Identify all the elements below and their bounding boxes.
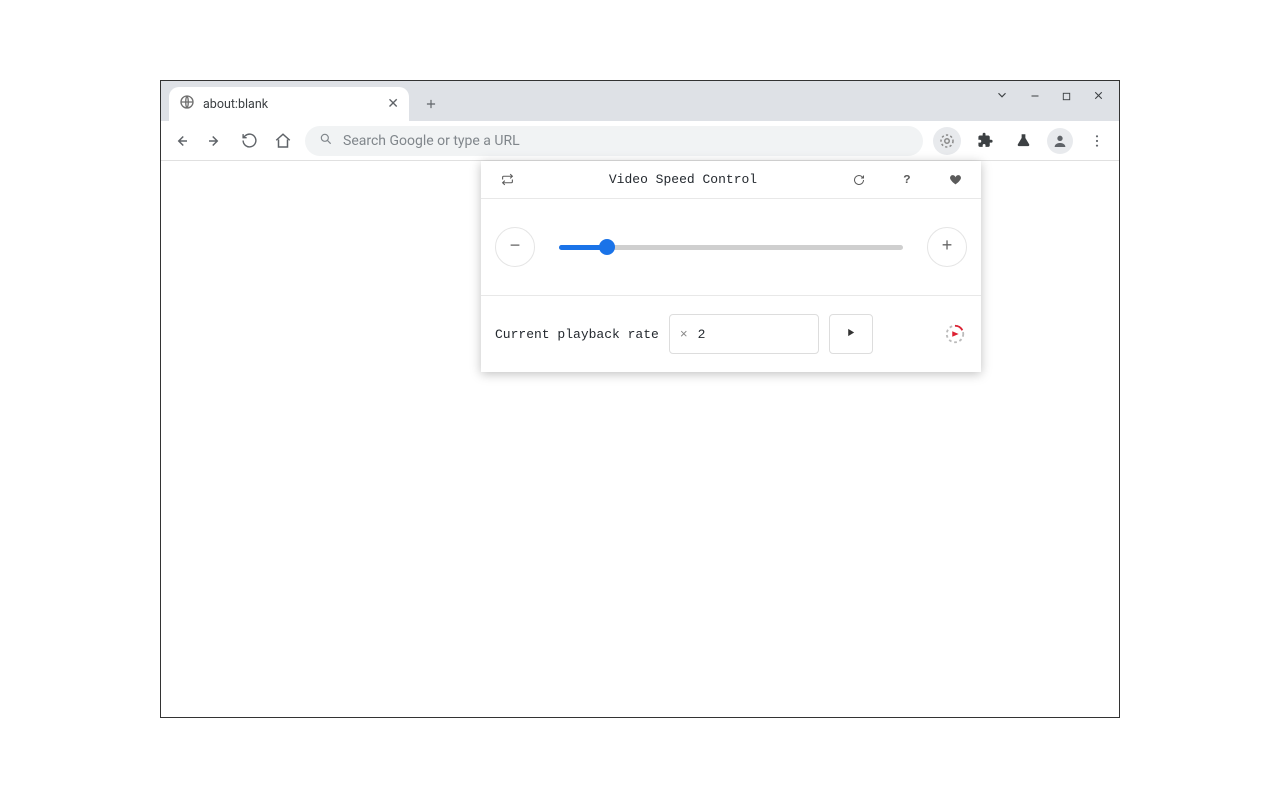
omnibox[interactable]: Search Google or type a URL — [305, 126, 923, 156]
speed-slider-section: − + — [481, 199, 981, 295]
forward-button[interactable] — [203, 129, 227, 153]
close-tab-icon[interactable]: ✕ — [387, 97, 399, 111]
apply-rate-button[interactable] — [829, 314, 873, 354]
globe-icon — [179, 94, 195, 114]
playback-rate-label: Current playback rate — [495, 327, 659, 342]
extension-flask-icon[interactable] — [1009, 127, 1037, 155]
popup-header: Video Speed Control ? — [481, 161, 981, 199]
plus-icon: + — [942, 237, 953, 257]
speed-slider[interactable] — [559, 241, 903, 253]
profile-avatar-icon[interactable] — [1047, 128, 1073, 154]
menu-dots-icon[interactable] — [1083, 127, 1111, 155]
playback-rate-section: Current playback rate × 2 — [481, 295, 981, 372]
refresh-icon[interactable] — [849, 174, 869, 186]
slider-thumb[interactable] — [599, 239, 615, 255]
toolbar: Search Google or type a URL — [161, 121, 1119, 161]
play-icon — [845, 327, 856, 342]
tab-about-blank[interactable]: about:blank ✕ — [169, 87, 409, 121]
back-button[interactable] — [169, 129, 193, 153]
chevron-down-icon[interactable] — [995, 87, 1009, 106]
extension-popup: Video Speed Control ? − — [481, 161, 981, 372]
close-window-icon[interactable] — [1092, 87, 1105, 106]
speedometer-logo-icon — [943, 322, 967, 346]
tab-title: about:blank — [203, 97, 268, 112]
playback-rate-value: 2 — [698, 327, 706, 342]
home-button[interactable] — [271, 129, 295, 153]
maximize-icon[interactable] — [1061, 87, 1072, 106]
increase-speed-button[interactable]: + — [927, 227, 967, 267]
help-icon[interactable]: ? — [897, 173, 917, 187]
tab-strip: about:blank ✕ — [161, 81, 1119, 121]
omnibox-placeholder: Search Google or type a URL — [343, 133, 520, 149]
window-controls — [987, 81, 1113, 111]
reload-button[interactable] — [237, 129, 261, 153]
browser-window: about:blank ✕ — [160, 80, 1120, 718]
minus-icon: − — [510, 237, 521, 257]
search-icon — [319, 132, 333, 150]
loop-icon[interactable] — [497, 173, 517, 186]
playback-rate-input[interactable]: × 2 — [669, 314, 819, 354]
extensions-puzzle-icon[interactable] — [971, 127, 999, 155]
extension-video-speed-icon[interactable] — [933, 127, 961, 155]
page-content: Video Speed Control ? − — [161, 161, 1119, 717]
minimize-icon[interactable] — [1029, 87, 1041, 106]
decrease-speed-button[interactable]: − — [495, 227, 535, 267]
times-icon: × — [680, 327, 688, 342]
popup-title: Video Speed Control — [517, 172, 849, 187]
heart-icon[interactable] — [945, 173, 965, 186]
new-tab-button[interactable] — [417, 90, 445, 118]
